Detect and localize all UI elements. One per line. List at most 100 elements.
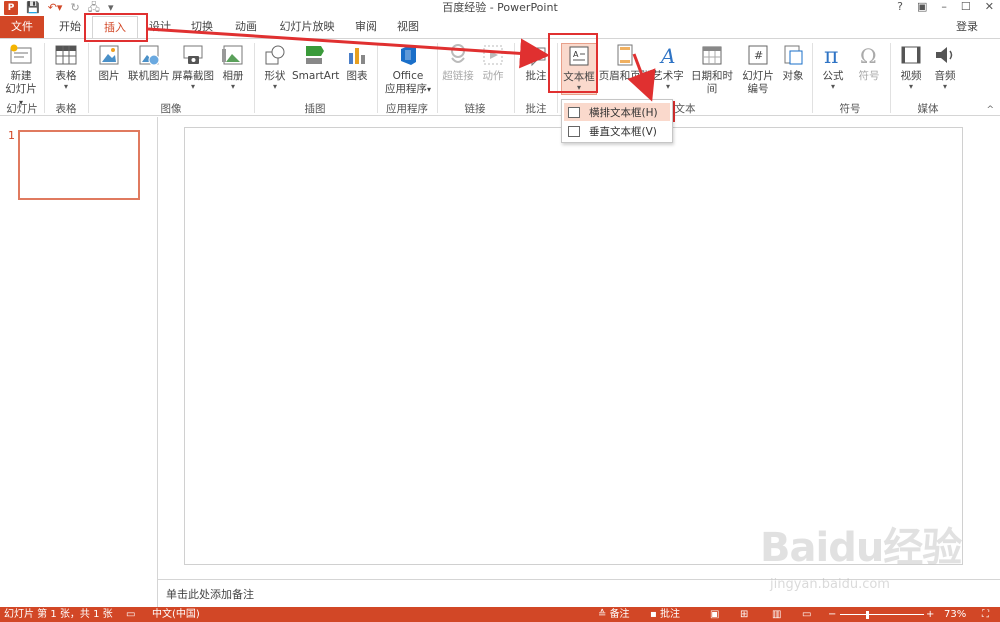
- vertical-textbox-label: 垂直文本框(V): [589, 125, 657, 138]
- online-pictures-button[interactable]: 联机图片: [126, 43, 172, 83]
- video-button[interactable]: 视频 ▾: [896, 43, 926, 91]
- language-indicator[interactable]: 中文(中国): [152, 607, 200, 622]
- symbol-button[interactable]: Ω 符号: [854, 43, 884, 83]
- smartart-label: SmartArt: [292, 70, 340, 82]
- comment-label: 批注: [525, 70, 547, 82]
- vertical-textbox-icon: [568, 125, 580, 137]
- office-apps-label-2: 应用程序: [384, 83, 427, 95]
- comment-icon: [526, 45, 546, 67]
- save-icon[interactable]: 💾: [26, 1, 40, 15]
- notes-toggle-button[interactable]: ≙ 备注: [598, 607, 630, 622]
- vertical-scrollbar[interactable]: [990, 117, 1000, 579]
- powerpoint-logo-icon[interactable]: P: [4, 1, 18, 15]
- spelling-check-icon[interactable]: ▭: [126, 607, 135, 622]
- group-media-label: 媒体: [917, 103, 939, 115]
- group-apps-label: 应用程序: [386, 103, 428, 115]
- chart-button[interactable]: 图表: [342, 43, 372, 83]
- close-icon[interactable]: ✕: [985, 0, 994, 14]
- audio-label: 音频: [934, 70, 956, 82]
- date-time-label: 日期和时间: [691, 70, 733, 95]
- audio-button[interactable]: 音频 ▾: [930, 43, 960, 91]
- svg-text:#: #: [754, 49, 763, 62]
- slide-thumbnail[interactable]: [18, 130, 140, 200]
- status-bar: 幻灯片 第 1 张，共 1 张 ▭ 中文(中国) ≙ 备注 ▪ 批注 ▣ ⊞ ▥…: [0, 607, 1000, 622]
- slideshow-view-icon[interactable]: ▭: [802, 607, 811, 622]
- comments-toggle-button[interactable]: ▪ 批注: [650, 607, 680, 622]
- tab-review[interactable]: 审阅: [348, 16, 384, 38]
- ribbon-display-options-icon[interactable]: ▣: [917, 0, 927, 14]
- action-button[interactable]: 动作: [477, 43, 509, 83]
- svg-text:Ω: Ω: [860, 44, 877, 67]
- object-button[interactable]: 对象: [778, 43, 808, 83]
- table-icon: [55, 45, 77, 65]
- office-apps-label-1: Office: [392, 70, 424, 82]
- highlight-insert-tab: [84, 13, 148, 42]
- zoom-slider-track[interactable]: [840, 614, 924, 615]
- undo-icon[interactable]: ↶▾: [48, 1, 63, 15]
- new-slide-label-2: 幻灯片: [5, 83, 37, 95]
- hyperlink-button[interactable]: 超链接: [441, 43, 475, 83]
- new-slide-button[interactable]: 新建 幻灯片▾: [4, 43, 38, 109]
- equation-label: 公式: [822, 70, 844, 82]
- normal-view-icon[interactable]: ▣: [710, 607, 719, 622]
- date-time-button[interactable]: 日期和时间: [686, 43, 738, 96]
- slide-sorter-view-icon[interactable]: ⊞: [740, 607, 748, 622]
- screenshot-label: 屏幕截图: [172, 70, 214, 82]
- tab-home[interactable]: 开始: [52, 16, 88, 38]
- smartart-button[interactable]: SmartArt: [292, 43, 340, 83]
- office-apps-button[interactable]: Office 应用程序▾: [382, 43, 434, 96]
- slide-number-label-1: 幻灯片: [742, 70, 774, 82]
- office-store-icon: [401, 45, 416, 65]
- zoom-out-icon[interactable]: −: [828, 607, 836, 622]
- minimize-icon[interactable]: –: [941, 0, 947, 14]
- zoom-in-icon[interactable]: +: [926, 607, 934, 622]
- wordart-button[interactable]: A 艺术字 ▾: [652, 43, 684, 91]
- picture-button[interactable]: 图片: [94, 43, 124, 83]
- header-footer-label: 页眉和页脚: [598, 70, 652, 82]
- screenshot-button[interactable]: 屏幕截图 ▾: [172, 43, 214, 91]
- picture-label: 图片: [98, 70, 120, 82]
- online-picture-label: 联机图片: [128, 70, 170, 82]
- menu-item-horizontal-textbox[interactable]: 横排文本框(H): [564, 103, 670, 121]
- fit-to-window-icon[interactable]: ⛶: [982, 607, 989, 622]
- video-icon: [901, 46, 921, 64]
- tab-animations[interactable]: 动画: [228, 16, 264, 38]
- thumbnail-number: 1: [8, 129, 15, 142]
- shapes-icon: [265, 45, 285, 65]
- header-footer-button[interactable]: 页眉和页脚: [598, 43, 652, 83]
- help-icon[interactable]: ?: [897, 0, 903, 14]
- baidu-watermark: Baidu经验 jingyan.baidu.com: [760, 515, 962, 592]
- table-button[interactable]: 表格 ▾: [50, 43, 82, 91]
- tab-file[interactable]: 文件: [0, 16, 44, 38]
- object-label: 对象: [782, 70, 804, 82]
- photo-album-button[interactable]: 相册 ▾: [218, 43, 248, 91]
- table-label: 表格: [55, 70, 77, 82]
- chart-label: 图表: [346, 70, 368, 82]
- slide-canvas[interactable]: [184, 127, 963, 565]
- equation-button[interactable]: π 公式 ▾: [818, 43, 848, 91]
- group-slides-label: 幻灯片: [6, 103, 38, 115]
- ribbon: 新建 幻灯片▾ 幻灯片 表格 ▾ 表格 图片 联机图片 屏幕截图 ▾ 相册 ▾ …: [0, 38, 1000, 116]
- tab-transitions[interactable]: 切换: [184, 16, 220, 38]
- svg-text:A: A: [659, 44, 675, 67]
- reading-view-icon[interactable]: ▥: [772, 607, 781, 622]
- sign-in-link[interactable]: 登录: [956, 16, 978, 38]
- tab-view[interactable]: 视图: [390, 16, 426, 38]
- ribbon-tabs: 文件 开始 插入 设计 切换 动画 幻灯片放映 审阅 视图 登录: [0, 16, 1000, 38]
- group-tables-label: 表格: [55, 103, 77, 115]
- group-illustrations-label: 插图: [304, 103, 326, 115]
- zoom-slider-thumb[interactable]: [866, 611, 869, 619]
- pi-icon: π: [824, 44, 838, 67]
- zoom-level[interactable]: 73%: [944, 607, 966, 622]
- menu-item-vertical-textbox[interactable]: 垂直文本框(V): [564, 122, 670, 140]
- tab-slideshow[interactable]: 幻灯片放映: [274, 16, 340, 38]
- baidu-url-text: jingyan.baidu.com: [770, 577, 890, 592]
- collapse-ribbon-icon[interactable]: ^: [986, 105, 994, 115]
- omega-icon: Ω: [860, 44, 877, 67]
- object-icon: [784, 45, 803, 65]
- shapes-button[interactable]: 形状 ▾: [260, 43, 290, 91]
- redo-icon[interactable]: ↻: [70, 1, 79, 15]
- slide-number-button[interactable]: # 幻灯片 编号: [740, 43, 776, 96]
- wordart-label: 艺术字: [652, 70, 684, 82]
- maximize-icon[interactable]: ☐: [961, 0, 971, 14]
